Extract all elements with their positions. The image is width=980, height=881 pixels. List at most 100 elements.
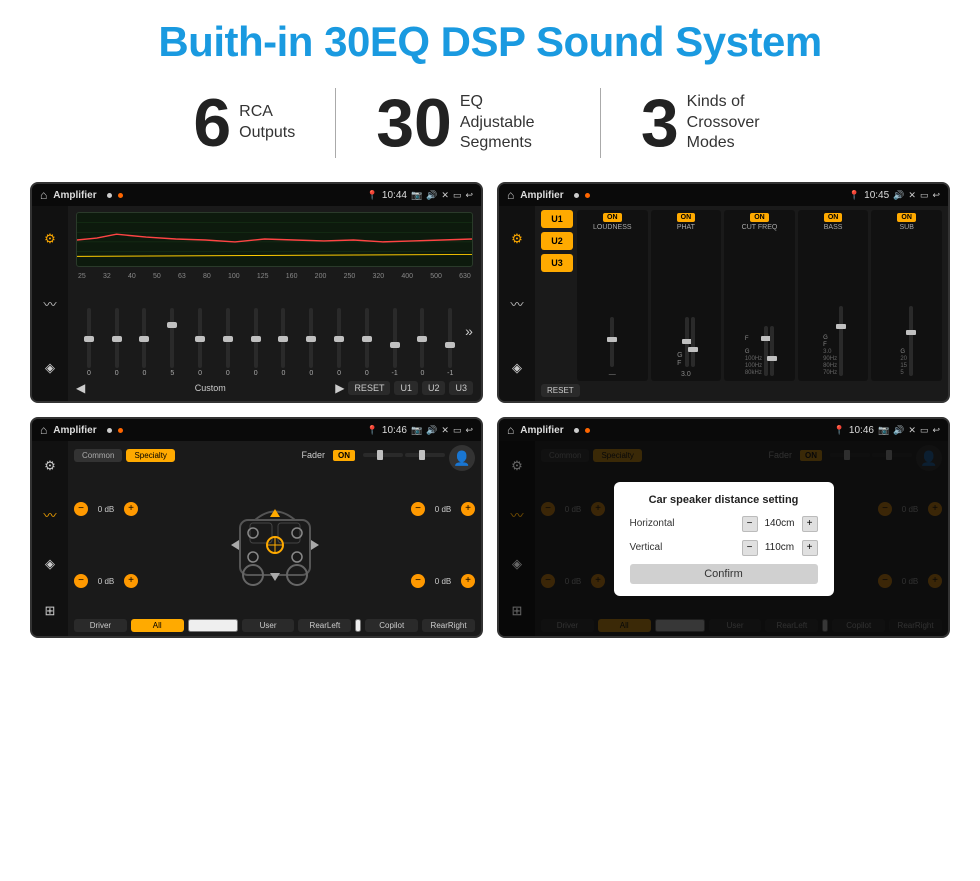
home-icon-eq[interactable]: ⌂ xyxy=(40,188,47,202)
eq-track-4[interactable] xyxy=(170,308,174,368)
fader-user-icon[interactable]: 👤 xyxy=(449,445,475,471)
eq-thumb-1[interactable] xyxy=(84,336,94,342)
sub-slider[interactable] xyxy=(909,306,913,376)
cutfreq-slider1[interactable] xyxy=(764,326,768,376)
eq-track-2[interactable] xyxy=(115,308,119,368)
cutfreq-thumb2[interactable] xyxy=(767,356,777,361)
back-icon-eq[interactable]: ↩ xyxy=(465,190,473,201)
eq-icon-vol[interactable]: ◈ xyxy=(45,360,55,376)
fader-thumb1[interactable] xyxy=(377,450,383,460)
crossover-reset-btn[interactable]: RESET xyxy=(541,384,580,397)
eq-thumb-6[interactable] xyxy=(223,336,233,342)
fader-icon3[interactable]: ◈ xyxy=(45,556,55,572)
horizontal-minus-btn[interactable]: − xyxy=(742,516,758,532)
crossover-icon-wave[interactable]: 〰 xyxy=(510,294,523,313)
eq-prev-btn[interactable]: ◀ xyxy=(76,381,85,395)
driver-btn[interactable]: Driver xyxy=(74,619,127,632)
eq-track-11[interactable] xyxy=(365,308,369,368)
eq-track-6[interactable] xyxy=(226,308,230,368)
dialog-overlay[interactable]: Car speaker distance setting Horizontal … xyxy=(499,441,948,636)
user-btn[interactable]: User xyxy=(242,619,295,632)
db-minus-rt[interactable]: − xyxy=(411,502,425,516)
eq-track-7[interactable] xyxy=(254,308,258,368)
all-btn[interactable]: All xyxy=(131,619,184,632)
fader-icon2[interactable]: 〰 xyxy=(43,505,56,524)
phat-thumb2[interactable] xyxy=(688,347,698,352)
db-plus-lb[interactable]: + xyxy=(124,574,138,588)
vertical-minus-btn[interactable]: − xyxy=(742,540,758,556)
eq-track-1[interactable] xyxy=(87,308,91,368)
db-plus-lt[interactable]: + xyxy=(124,502,138,516)
eq-next-btn[interactable]: ▶ xyxy=(335,381,344,395)
home-icon-dialog[interactable]: ⌂ xyxy=(507,423,514,437)
db-minus-lt[interactable]: − xyxy=(74,502,88,516)
db-minus-rb[interactable]: − xyxy=(411,574,425,588)
tab-common[interactable]: Common xyxy=(74,449,122,462)
loudness-thumb[interactable] xyxy=(607,337,617,342)
bass-toggle[interactable]: ON xyxy=(824,213,843,222)
fader-icon1[interactable]: ⚙ xyxy=(44,458,56,474)
horizontal-plus-btn[interactable]: + xyxy=(802,516,818,532)
cutfreq-toggle[interactable]: ON xyxy=(750,213,769,222)
eq-icon-active[interactable]: ⚙ xyxy=(44,231,56,247)
back-icon-dialog[interactable]: ↩ xyxy=(932,425,940,436)
eq-thumb-9[interactable] xyxy=(306,336,316,342)
eq-thumb-2[interactable] xyxy=(112,336,122,342)
crossover-icon-active[interactable]: ⚙ xyxy=(511,231,523,247)
eq-thumb-14[interactable] xyxy=(445,342,455,348)
eq-thumb-4[interactable] xyxy=(167,322,177,328)
eq-thumb-7[interactable] xyxy=(251,336,261,342)
confirm-button[interactable]: Confirm xyxy=(630,564,818,584)
fader-on-btn[interactable]: ON xyxy=(333,450,355,461)
back-icon-crossover[interactable]: ↩ xyxy=(932,190,940,201)
db-plus-rt[interactable]: + xyxy=(461,502,475,516)
eq-thumb-12[interactable] xyxy=(390,342,400,348)
home-icon-fader[interactable]: ⌂ xyxy=(40,423,47,437)
copilot-btn[interactable]: Copilot xyxy=(365,619,418,632)
db-plus-rb[interactable]: + xyxy=(461,574,475,588)
db-minus-lb[interactable]: − xyxy=(74,574,88,588)
eq-more-icon[interactable]: » xyxy=(465,323,473,339)
crossover-icon-vol[interactable]: ◈ xyxy=(512,360,522,376)
phat-slider2[interactable] xyxy=(691,317,695,367)
eq-reset-btn[interactable]: RESET xyxy=(348,381,390,395)
fader-thumb2[interactable] xyxy=(419,450,425,460)
eq-track-9[interactable] xyxy=(309,308,313,368)
eq-u1-btn[interactable]: U1 xyxy=(394,381,418,395)
rearleft-btn[interactable]: RearLeft xyxy=(298,619,351,632)
bass-thumb[interactable] xyxy=(836,324,846,329)
eq-track-13[interactable] xyxy=(420,308,424,368)
fader-track1[interactable] xyxy=(363,453,403,457)
rearright-btn[interactable]: RearRight xyxy=(422,619,475,632)
fader-icon4[interactable]: ⊞ xyxy=(45,603,56,619)
tab-specialty[interactable]: Specialty xyxy=(126,449,174,462)
vertical-plus-btn[interactable]: + xyxy=(802,540,818,556)
back-icon-fader[interactable]: ↩ xyxy=(465,425,473,436)
eq-thumb-11[interactable] xyxy=(362,336,372,342)
home-icon-crossover[interactable]: ⌂ xyxy=(507,188,514,202)
eq-track-10[interactable] xyxy=(337,308,341,368)
u2-button[interactable]: U2 xyxy=(541,232,573,250)
loudness-toggle[interactable]: ON xyxy=(603,213,622,222)
phat-slider[interactable] xyxy=(685,317,689,367)
eq-icon-wave[interactable]: 〰 xyxy=(43,294,56,313)
eq-track-8[interactable] xyxy=(281,308,285,368)
fader-track2[interactable] xyxy=(405,453,445,457)
eq-track-14[interactable] xyxy=(448,308,452,368)
sub-toggle[interactable]: ON xyxy=(897,213,916,222)
eq-thumb-3[interactable] xyxy=(139,336,149,342)
loudness-slider[interactable] xyxy=(610,317,614,367)
bass-slider[interactable] xyxy=(839,306,843,376)
eq-thumb-5[interactable] xyxy=(195,336,205,342)
eq-track-12[interactable] xyxy=(393,308,397,368)
u1-button[interactable]: U1 xyxy=(541,210,573,228)
eq-thumb-10[interactable] xyxy=(334,336,344,342)
eq-track-5[interactable] xyxy=(198,308,202,368)
eq-u2-btn[interactable]: U2 xyxy=(422,381,446,395)
cutfreq-slider2[interactable] xyxy=(770,326,774,376)
phat-toggle[interactable]: ON xyxy=(677,213,696,222)
eq-u3-btn[interactable]: U3 xyxy=(449,381,473,395)
eq-thumb-13[interactable] xyxy=(417,336,427,342)
u3-button[interactable]: U3 xyxy=(541,254,573,272)
eq-track-3[interactable] xyxy=(142,308,146,368)
